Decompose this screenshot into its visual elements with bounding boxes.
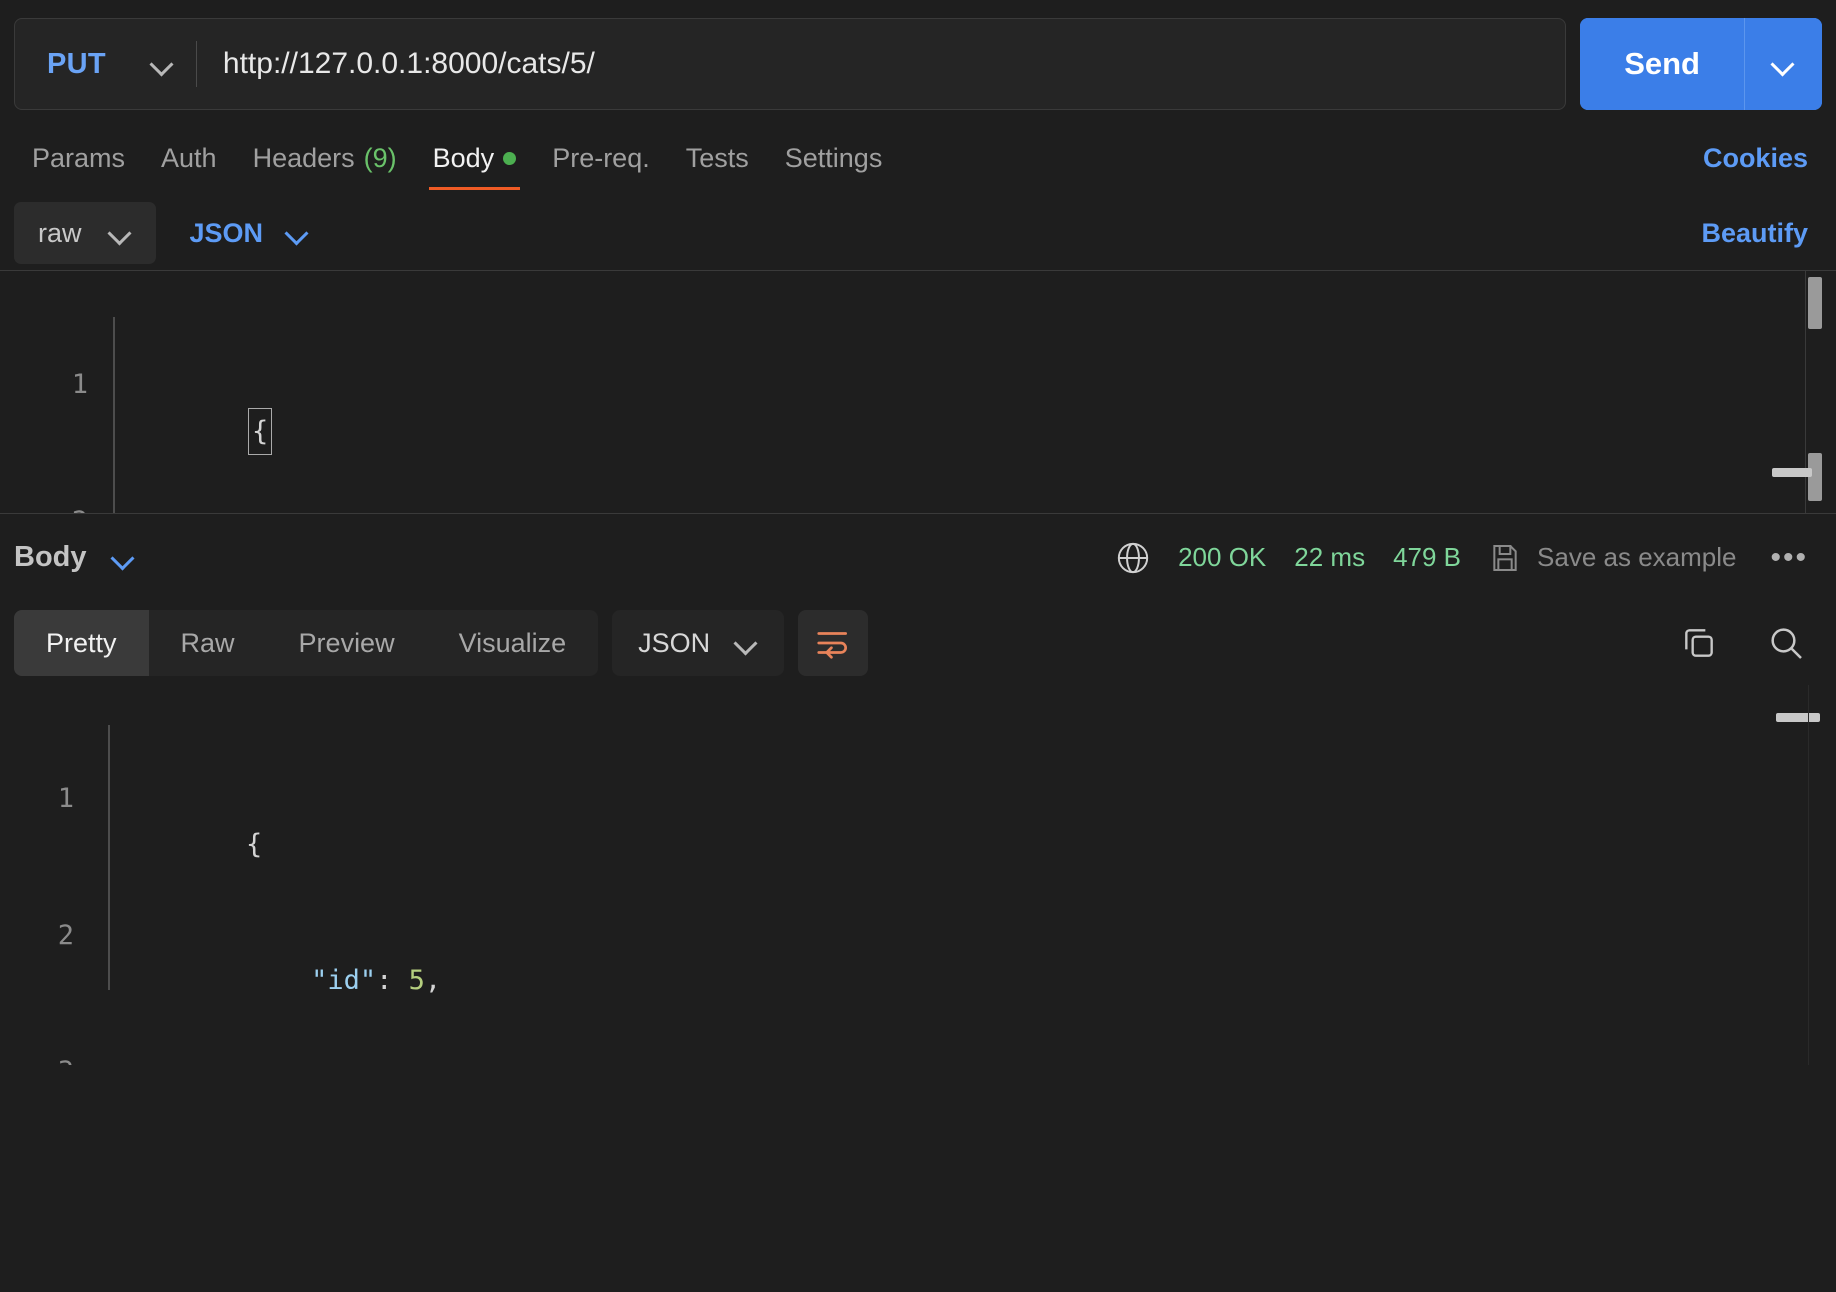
response-format-label: JSON	[638, 627, 711, 658]
response-view-tabs: Pretty Raw Preview Visualize	[14, 610, 599, 676]
response-body-selector[interactable]: Body	[14, 541, 135, 574]
token-colon: :	[376, 965, 409, 996]
url-box: PUT	[14, 18, 1567, 110]
request-horizontal-scrollbar-thumb[interactable]	[1772, 468, 1812, 477]
save-as-example-label: Save as example	[1537, 542, 1737, 572]
tab-label: Pre-req.	[552, 143, 650, 173]
token-brace: {	[246, 828, 263, 860]
response-action-icons	[1680, 623, 1822, 663]
globe-icon[interactable]	[1116, 541, 1150, 575]
line-number: 2	[57, 919, 74, 951]
response-right-border	[1808, 685, 1809, 1065]
tab-visualize[interactable]: Visualize	[427, 610, 599, 676]
tab-label: Preview	[298, 627, 395, 658]
token-key: "id"	[311, 965, 377, 996]
token-value: 5	[408, 965, 425, 996]
cookies-link[interactable]: Cookies	[1703, 143, 1822, 190]
request-body-editor[interactable]: 1 2 3 4 5 6 { ····"name":"Meoowth", ····…	[0, 270, 1836, 513]
save-disk-icon	[1493, 544, 1517, 571]
wrap-lines-icon	[817, 632, 848, 659]
response-format-selector[interactable]: JSON	[612, 610, 785, 676]
code-line: "fed_for_today": false,	[110, 1049, 1836, 1065]
tab-label: Pretty	[46, 627, 117, 658]
http-method-label: PUT	[47, 47, 106, 80]
tab-label: Settings	[784, 143, 883, 173]
response-meta-bar: Body 200 OK 22 ms 479 B Save as example …	[0, 513, 1836, 601]
chevron-down-icon	[1773, 53, 1795, 75]
chevron-down-icon	[736, 632, 758, 654]
tab-label: Headers	[252, 143, 355, 173]
response-size: 479 B	[1393, 542, 1462, 572]
postman-request-response-pane: PUT Send Params Auth Headers (9) Body	[0, 0, 1836, 1292]
copy-icon[interactable]	[1680, 624, 1718, 662]
save-as-example-button[interactable]: Save as example	[1489, 542, 1736, 574]
code-line: {	[110, 776, 1836, 860]
body-mode-selector[interactable]: raw	[14, 202, 156, 264]
url-bar: PUT Send	[0, 0, 1836, 116]
response-time: 22 ms	[1294, 542, 1366, 572]
tab-raw[interactable]: Raw	[149, 610, 267, 676]
response-body-label: Body	[14, 541, 87, 573]
code-fold-guide	[113, 317, 115, 513]
chevron-down-icon	[110, 222, 132, 244]
chevron-down-icon	[287, 222, 309, 244]
tab-label: Params	[32, 143, 126, 173]
line-number: 1	[57, 783, 74, 814]
body-format-label: JSON	[189, 217, 264, 248]
line-number: 3	[0, 1049, 86, 1065]
scrollbar-thumb[interactable]	[1808, 453, 1822, 501]
chevron-down-icon	[113, 547, 135, 569]
token-brace: {	[248, 407, 273, 455]
code-line: ····"name":"Meoowth",	[116, 499, 1836, 514]
response-code: { "id": 5, "fed_for_today": false, "toys…	[110, 685, 1836, 1065]
tab-pretty[interactable]: Pretty	[14, 610, 149, 676]
chevron-down-icon	[152, 53, 174, 75]
body-format-selector[interactable]: JSON	[168, 218, 332, 249]
tab-label: Auth	[161, 143, 217, 173]
line-number: 1	[71, 369, 88, 400]
tab-label: Raw	[180, 627, 235, 658]
wrap-lines-button[interactable]	[798, 610, 869, 676]
code-line: {	[116, 362, 1836, 455]
response-horizontal-scrollbar-thumb[interactable]	[1776, 713, 1820, 722]
send-button[interactable]: Send	[1580, 18, 1744, 110]
response-stats: 200 OK 22 ms 479 B Save as example •••	[1116, 541, 1822, 575]
token-comma: ,	[424, 965, 442, 996]
headers-count: (9)	[363, 143, 397, 173]
tab-preview[interactable]: Preview	[267, 610, 427, 676]
tab-settings[interactable]: Settings	[767, 143, 901, 190]
body-mode-label: raw	[38, 217, 82, 248]
response-body-viewer[interactable]: 1 2 3 4 5 6 7 8 9 10 { "id": 5, "fed_for…	[0, 685, 1836, 1065]
send-options-button[interactable]	[1744, 18, 1822, 110]
body-present-dot-icon	[503, 152, 517, 165]
tab-label: Visualize	[458, 627, 567, 658]
tab-headers[interactable]: Headers (9)	[235, 143, 415, 190]
tab-tests[interactable]: Tests	[668, 143, 767, 190]
request-tabs: Params Auth Headers (9) Body Pre-req. Te…	[0, 116, 1836, 190]
tab-body[interactable]: Body	[415, 143, 535, 190]
tab-auth[interactable]: Auth	[143, 143, 235, 190]
response-gutter: 1 2 3 4 5 6 7 8 9 10	[0, 685, 86, 1065]
url-input[interactable]	[196, 47, 1566, 81]
body-type-row: raw JSON Beautify	[0, 190, 1836, 270]
request-gutter: 1 2 3 4 5 6	[0, 271, 100, 513]
status-code: 200 OK	[1178, 542, 1267, 572]
tab-label: Body	[432, 143, 495, 173]
code-line: "id": 5,	[110, 913, 1836, 996]
send-button-group: Send	[1580, 18, 1822, 110]
tab-pre-request[interactable]: Pre-req.	[534, 143, 668, 190]
response-tabs-row: Pretty Raw Preview Visualize JSON	[0, 601, 1836, 685]
tab-params[interactable]: Params	[14, 143, 143, 190]
tab-label: Tests	[685, 143, 749, 173]
request-code: { ····"name":"Meoowth", ····"breed":"Per…	[116, 271, 1836, 513]
beautify-button[interactable]: Beautify	[1701, 218, 1822, 249]
more-options-icon[interactable]: •••	[1764, 541, 1814, 575]
scrollbar-thumb[interactable]	[1808, 277, 1822, 329]
http-method-selector[interactable]: PUT	[15, 19, 196, 109]
line-number: 2	[0, 499, 100, 514]
search-icon[interactable]	[1766, 623, 1806, 663]
